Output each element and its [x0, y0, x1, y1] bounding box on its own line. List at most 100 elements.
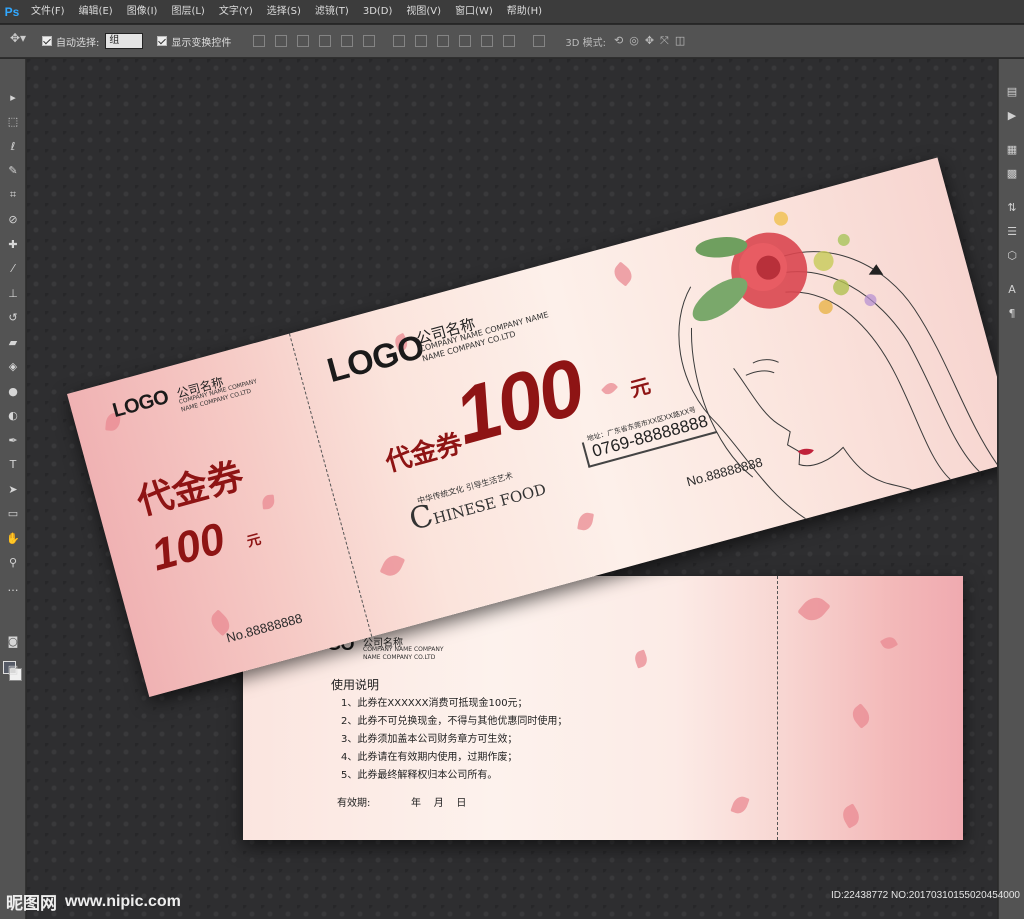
marquee-tool-icon[interactable]: ⬚: [0, 110, 26, 135]
show-transform-label: 显示变换控件: [171, 37, 232, 49]
menu-view[interactable]: 视图(V): [399, 0, 448, 24]
perforation-line: [777, 576, 778, 840]
pen-tool-icon[interactable]: ✒: [0, 428, 26, 453]
site-name: 昵图网: [6, 894, 57, 914]
distribute-top-icon[interactable]: [393, 35, 406, 47]
align-hcenter-icon[interactable]: [341, 35, 354, 47]
main-voucher-title: 代金券: [382, 428, 466, 479]
distribute-left-icon[interactable]: [459, 35, 472, 47]
paragraph-panel-icon[interactable]: ¶: [999, 301, 1024, 325]
zoom-tool-icon[interactable]: ⚲: [0, 551, 26, 576]
hand-tool-icon[interactable]: ✋: [0, 526, 26, 551]
menu-bar: Ps 文件(F) 编辑(E) 图像(I) 图层(L) 文字(Y) 选择(S) 滤…: [0, 0, 1024, 24]
paint-bucket-icon[interactable]: ◈: [0, 355, 26, 380]
brand-name: CHINESE FOOD: [406, 468, 549, 538]
options-bar: ✥▾ 自动选择: 组 显示变换控件 3D 模式: ⟲◎✥⤧◫: [0, 25, 1024, 58]
rule-item: 4、此券请在有效期内使用，过期作废；: [341, 752, 518, 763]
rules-title: 使用说明: [331, 678, 380, 692]
align-right-icon[interactable]: [363, 35, 376, 47]
stub-logo: LOGO: [110, 385, 171, 423]
distribute-right-icon[interactable]: [503, 35, 516, 47]
move-tool-icon[interactable]: ▸: [0, 85, 26, 110]
menu-select[interactable]: 选择(S): [260, 0, 308, 24]
tools-panel: ▸ ⬚ ℓ ✎ ⌗ ⊘ ✚ ⁄ ⊥ ↺ ▰ ◈ ● ◐ ✒ T ➤ ▭ ✋ ⚲ …: [0, 59, 26, 919]
align-left-icon[interactable]: [319, 35, 332, 47]
align-top-icon[interactable]: [253, 35, 266, 47]
path-select-icon[interactable]: ➤: [0, 477, 26, 502]
more-tools-icon[interactable]: …: [0, 575, 26, 600]
stub-serial-number: No.88888888: [224, 610, 304, 646]
align-bottom-icon[interactable]: [297, 35, 310, 47]
actions-panel-icon[interactable]: ▶: [999, 103, 1024, 127]
screen-mode-icon[interactable]: ▣: [0, 657, 26, 682]
crop-tool-icon[interactable]: ⌗: [0, 183, 26, 208]
rose-flower: [692, 211, 884, 322]
menu-3d[interactable]: 3D(D): [356, 0, 400, 24]
photoshop-logo-icon: Ps: [4, 4, 20, 19]
dodge-tool-icon[interactable]: ◐: [0, 404, 26, 429]
site-url: www.nipic.com: [65, 892, 181, 910]
site-watermark: 昵图网 www.nipic.com: [0, 884, 181, 919]
character-panel-icon[interactable]: A: [999, 277, 1024, 301]
type-tool-icon[interactable]: T: [0, 453, 26, 478]
rule-item: 2、此券不可兑换现金，不得与其他优惠同时使用；: [341, 716, 568, 727]
history-brush-icon[interactable]: ↺: [0, 306, 26, 331]
checkbox-checked-icon: [157, 36, 168, 46]
stub-unit: 元: [244, 530, 263, 550]
woman-flower-illustration: [678, 211, 997, 520]
shape-tool-icon[interactable]: ▭: [0, 502, 26, 527]
3d-panel-icon[interactable]: ⬡: [999, 243, 1024, 267]
show-transform-checkbox[interactable]: 显示变换控件: [157, 34, 231, 49]
layers-panel-icon[interactable]: ▦: [999, 137, 1024, 161]
eraser-tool-icon[interactable]: ▰: [0, 330, 26, 355]
move-tool-icon[interactable]: ✥▾: [10, 31, 34, 51]
document-canvas[interactable]: LOGO 公司名称 COMPANY NAME COMPANY NAME COMP…: [27, 59, 997, 919]
photoshop-window: Ps 文件(F) 编辑(E) 图像(I) 图层(L) 文字(Y) 选择(S) 滤…: [0, 0, 1024, 919]
rule-item: 3、此券须加盖本公司财务章方可生效；: [341, 734, 518, 745]
card-company-en: COMPANY NAME COMPANY: [363, 646, 444, 653]
card-company-en2: NAME COMPANY CO.LTD: [363, 654, 436, 661]
quick-mask-icon[interactable]: ◙: [0, 629, 26, 654]
stamp-tool-icon[interactable]: ⊥: [0, 281, 26, 306]
validity-label: 有效期:: [337, 798, 371, 809]
menu-edit[interactable]: 编辑(E): [72, 0, 120, 24]
quick-select-tool-icon[interactable]: ✎: [0, 159, 26, 184]
history-panel-icon[interactable]: ▤: [999, 79, 1024, 103]
image-id-watermark: ID:22438772 NO:20170310155020454000: [830, 890, 1020, 901]
mode-3d-label: 3D 模式:: [565, 37, 606, 49]
menu-file[interactable]: 文件(F): [24, 0, 72, 24]
swatches-panel-icon[interactable]: ▩: [999, 161, 1024, 185]
menu-filter[interactable]: 滤镜(T): [308, 0, 356, 24]
menu-image[interactable]: 图像(I): [120, 0, 165, 24]
main-logo: LOGO: [323, 327, 428, 391]
menu-help[interactable]: 帮助(H): [500, 0, 549, 24]
panels-dock: ▤ ▶ ▦ ▩ ⇅ ☰ ⬡ A ¶: [998, 59, 1024, 919]
validity-date: 年 月 日: [411, 798, 467, 809]
rule-item: 1、此券在XXXXXX消费可抵现金100元；: [341, 698, 528, 709]
menu-layer[interactable]: 图层(L): [164, 0, 211, 24]
auto-align-icon[interactable]: [533, 35, 546, 47]
distribute-bottom-icon[interactable]: [437, 35, 450, 47]
eyedropper-tool-icon[interactable]: ⊘: [0, 208, 26, 233]
auto-select-dropdown[interactable]: 组: [105, 33, 144, 49]
checkbox-checked-icon: [42, 36, 52, 46]
lasso-tool-icon[interactable]: ℓ: [0, 134, 26, 159]
auto-select-checkbox[interactable]: 自动选择: 组: [42, 33, 144, 49]
adjustments-panel-icon[interactable]: ⇅: [999, 195, 1024, 219]
stub-voucher-title: 代金券: [132, 454, 248, 524]
menu-window[interactable]: 窗口(W): [448, 0, 500, 24]
menu-type[interactable]: 文字(Y): [212, 0, 260, 24]
menu-list: 文件(F) 编辑(E) 图像(I) 图层(L) 文字(Y) 选择(S) 滤镜(T…: [24, 0, 549, 24]
auto-select-label: 自动选择:: [56, 37, 100, 49]
rule-item: 5、此券最终解释权归本公司所有。: [341, 770, 498, 781]
properties-panel-icon[interactable]: ☰: [999, 219, 1024, 243]
blur-tool-icon[interactable]: ●: [0, 379, 26, 404]
brush-tool-icon[interactable]: ⁄: [0, 257, 26, 282]
3d-mode-icons[interactable]: ⟲◎✥⤧◫: [614, 34, 691, 48]
distribute-hcenter-icon[interactable]: [481, 35, 494, 47]
main-amount: 100: [445, 341, 592, 462]
align-vcenter-icon[interactable]: [275, 35, 288, 47]
stub-amount: 100: [146, 513, 230, 581]
healing-brush-icon[interactable]: ✚: [0, 232, 26, 257]
distribute-vcenter-icon[interactable]: [415, 35, 428, 47]
